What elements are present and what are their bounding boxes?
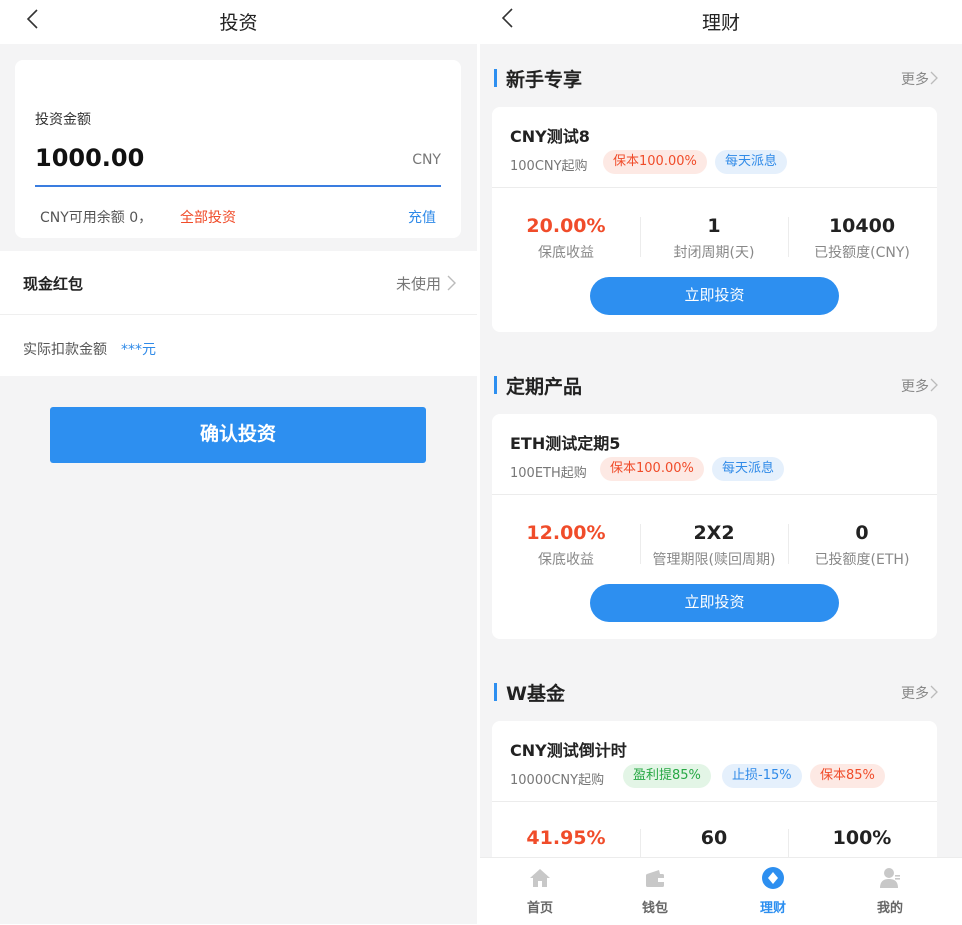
- tag-guarantee: 保本100.00%: [603, 150, 707, 174]
- available-balance: CNY可用余额 0，: [40, 210, 153, 226]
- stat-label: 保底收益: [538, 552, 594, 568]
- tab-label: 我的: [876, 901, 903, 916]
- section-accent-bar: [494, 69, 497, 87]
- tab-label: 首页: [526, 901, 553, 916]
- stat-label: 已投额度(CNY): [814, 245, 910, 261]
- invest-all-link[interactable]: 全部投资: [180, 207, 236, 227]
- stat-period: 60: [640, 827, 788, 853]
- finance-header: 理财: [480, 0, 962, 44]
- wallet-icon: [646, 870, 664, 887]
- section-header-newbie: 新手专享 更多: [480, 63, 962, 93]
- tab-finance[interactable]: 理财: [713, 858, 833, 925]
- tag-daily-interest: 每天派息: [715, 150, 788, 174]
- section-title: 定期产品: [506, 376, 583, 398]
- tag-stop-loss: 止损-15%: [722, 764, 802, 788]
- tag-take-profit: 盈利提85%: [623, 764, 711, 788]
- red-packet-row[interactable]: 现金红包 未使用: [0, 251, 477, 314]
- stat-value: 2X2: [693, 522, 735, 544]
- section-header-fund: W基金 更多: [480, 677, 962, 707]
- stat-value: 100%: [832, 827, 892, 849]
- card-divider: [492, 187, 937, 188]
- product-name: ETH测试定期5: [510, 434, 621, 453]
- more-link[interactable]: 更多: [901, 69, 929, 89]
- section-header-fixed: 定期产品 更多: [480, 370, 962, 400]
- stat-yield: 12.00% 保底收益: [492, 522, 640, 569]
- confirm-invest-button[interactable]: 确认投资: [50, 407, 426, 463]
- stat-value: 10400: [828, 215, 896, 237]
- stat-value: 41.95%: [526, 827, 606, 849]
- deduct-row: 实际扣款金额 ***元: [0, 314, 477, 376]
- red-packet-label: 现金红包: [23, 275, 84, 293]
- invest-now-button[interactable]: 立即投资: [590, 584, 839, 622]
- section-title: W基金: [506, 683, 565, 705]
- stat-invested: 10400 已投额度(CNY): [788, 215, 936, 262]
- deduct-value: ***元: [121, 342, 156, 358]
- amount-label: 投资金额: [35, 112, 91, 128]
- section-accent-bar: [494, 376, 497, 394]
- chevron-right-icon: [930, 378, 938, 392]
- more-link[interactable]: 更多: [901, 683, 929, 703]
- page-title: 投资: [219, 12, 258, 34]
- product-name: CNY测试8: [510, 127, 590, 146]
- invest-body: 投资金额 1000.00 CNY CNY可用余额 0， 全部投资 充值 现金红包…: [0, 44, 477, 924]
- finance-panel: 理财 新手专享 更多 CNY测试8 100CNY起购 保本100.00% 每天派…: [480, 0, 962, 925]
- stat-value: 0: [855, 522, 869, 544]
- tag-daily-interest: 每天派息: [712, 457, 785, 481]
- tab-label: 理财: [759, 901, 786, 916]
- page-title: 理财: [701, 12, 740, 34]
- product-min-purchase: 100CNY起购: [510, 159, 588, 174]
- stat-label: 已投额度(ETH): [814, 552, 910, 568]
- product-card[interactable]: ETH测试定期5 100ETH起购 保本100.00% 每天派息 12.00% …: [492, 414, 937, 639]
- invest-panel: 投资 投资金额 1000.00 CNY CNY可用余额 0， 全部投资 充值 现…: [0, 0, 477, 925]
- stat-invested: 0 已投额度(ETH): [788, 522, 936, 569]
- card-divider: [492, 801, 937, 802]
- product-card[interactable]: CNY测试倒计时 10000CNY起购 盈利提85% 止损-15% 保本85% …: [492, 721, 937, 857]
- tab-home[interactable]: 首页: [480, 858, 600, 925]
- stat-label: 封闭周期(天): [673, 245, 755, 261]
- invest-header: 投资: [0, 0, 477, 44]
- finance-icon: [762, 867, 784, 889]
- more-link[interactable]: 更多: [901, 376, 929, 396]
- stat-value: 60: [700, 827, 728, 849]
- home-icon: [530, 869, 550, 887]
- invest-now-button[interactable]: 立即投资: [590, 277, 839, 315]
- section-title: 新手专享: [506, 69, 583, 91]
- product-card[interactable]: CNY测试8 100CNY起购 保本100.00% 每天派息 20.00% 保底…: [492, 107, 937, 332]
- tab-label: 钱包: [641, 901, 668, 916]
- recharge-link[interactable]: 充值: [408, 207, 436, 227]
- card-divider: [492, 494, 937, 495]
- tag-guarantee: 保本85%: [810, 764, 885, 788]
- chevron-right-icon: [447, 275, 456, 291]
- stat-label: 管理期限(赎回周期): [652, 552, 776, 568]
- product-name: CNY测试倒计时: [510, 741, 627, 760]
- stat-progress: 100%: [788, 827, 936, 853]
- stat-yield: 20.00% 保底收益: [492, 215, 640, 262]
- tag-guarantee: 保本100.00%: [600, 457, 704, 481]
- stat-value: 12.00%: [526, 522, 606, 544]
- stat-value: 20.00%: [526, 215, 606, 237]
- stat-value: 1: [707, 215, 721, 237]
- product-min-purchase: 10000CNY起购: [510, 773, 605, 788]
- stat-yield: 41.95%: [492, 827, 640, 853]
- amount-card: 投资金额 1000.00 CNY CNY可用余额 0， 全部投资 充值: [15, 60, 461, 238]
- stat-label: 保底收益: [538, 245, 594, 261]
- tab-mine[interactable]: 我的: [830, 858, 950, 925]
- amount-input[interactable]: 1000.00: [35, 144, 144, 172]
- chevron-right-icon: [930, 685, 938, 699]
- product-min-purchase: 100ETH起购: [510, 466, 587, 481]
- stat-term: 2X2 管理期限(赎回周期): [640, 522, 788, 569]
- chevron-right-icon: [930, 71, 938, 85]
- section-accent-bar: [494, 683, 497, 701]
- deduct-label: 实际扣款金额: [23, 342, 107, 358]
- stat-period: 1 封闭周期(天): [640, 215, 788, 262]
- red-packet-status: 未使用: [395, 275, 441, 293]
- tab-wallet[interactable]: 钱包: [595, 858, 715, 925]
- bottom-tab-bar: 首页 钱包 理财 我的: [480, 857, 962, 925]
- user-icon: [880, 868, 900, 888]
- amount-unit: CNY: [412, 152, 441, 168]
- amount-underline: [35, 185, 441, 187]
